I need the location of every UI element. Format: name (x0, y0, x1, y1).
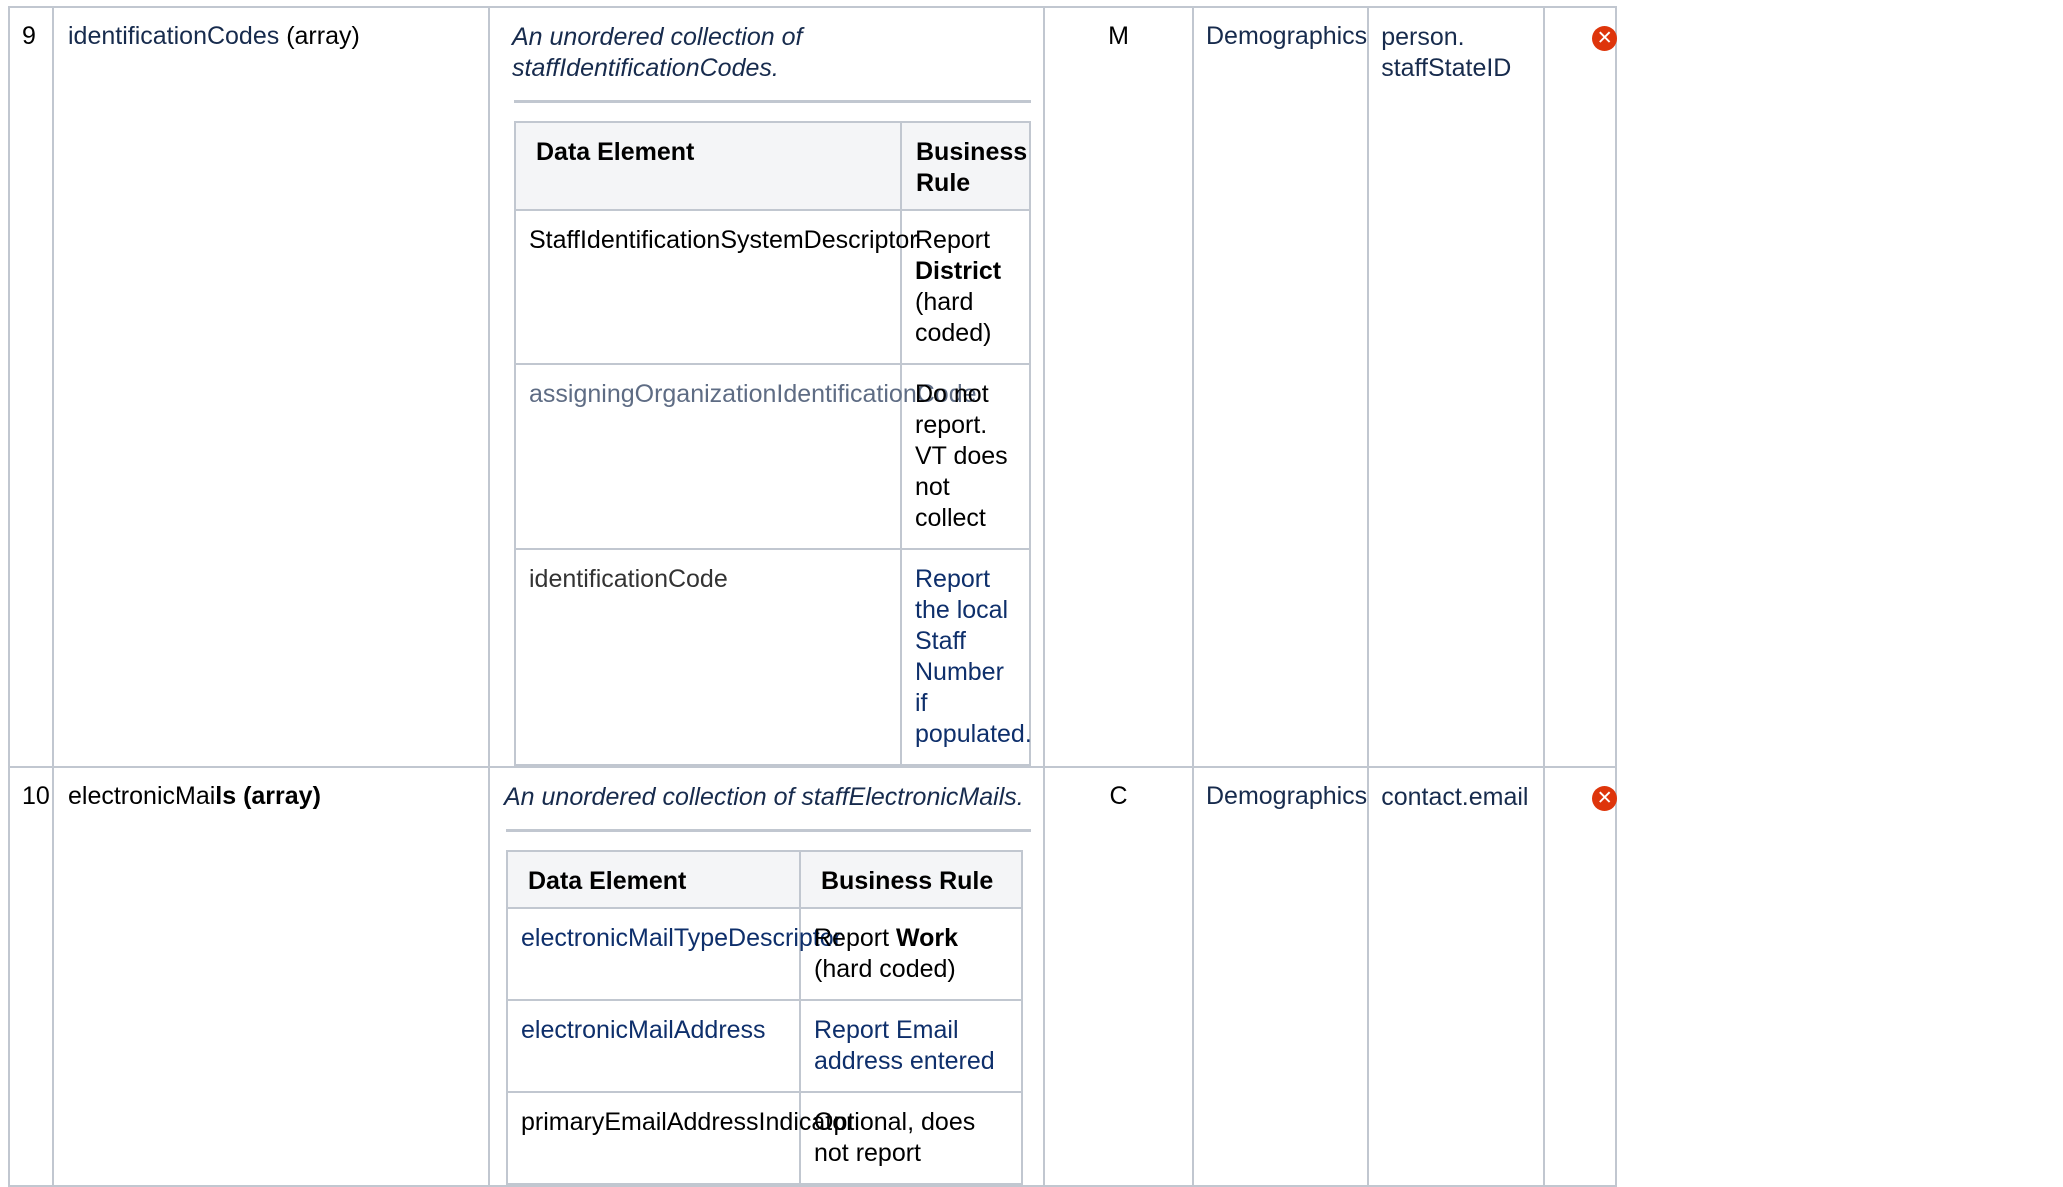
table-row: 9 identificationCodes (array) An unorder… (8, 6, 1618, 768)
business-rule-text: Optional, does not report (799, 1091, 1023, 1185)
element-name-cell: identificationCodes (array) (52, 6, 490, 768)
sub-element-name: identificationCode (514, 548, 902, 766)
requirement-code: C (1043, 766, 1194, 1187)
business-rule-text: Report Email address entered (799, 999, 1023, 1093)
sub-element-link[interactable]: electronicMailAddress (506, 999, 801, 1093)
description-cell: An unordered collection of staffElectron… (488, 766, 1045, 1187)
mapping-link[interactable]: contact.email (1367, 766, 1546, 1187)
sub-element-link[interactable]: electronicMailTypeDescriptor (506, 907, 842, 1001)
sub-table-row: primaryEmailAddressIndicator Optional, d… (506, 1091, 1023, 1185)
business-rule-text: Report the local Staff Number if populat… (900, 548, 1032, 766)
sub-element-name: primaryEmailAddressIndicator (506, 1091, 854, 1185)
business-rule-text: Report Work (hard coded) (799, 907, 1023, 1001)
error-x-icon: ✕ (1592, 786, 1618, 811)
header-business-rule: Business Rule (799, 850, 1023, 909)
sub-table-header-row: Data Element Business Rule (506, 850, 1023, 909)
table-row: 10 electronicMails (array) An unordered … (8, 766, 1618, 1187)
status-cell: ✕ (1543, 6, 1618, 768)
sub-table-row: electronicMailAddress Report Email addre… (506, 999, 1023, 1093)
data-dictionary-table: 9 identificationCodes (array) An unorder… (8, 6, 1618, 1187)
sub-element-table: Data Element Business Rule StaffIdentific… (514, 121, 1032, 766)
description-text: An unordered collection of staffElectron… (504, 783, 1024, 811)
sub-table-row: StaffIdentificationSystemDescriptor Repo… (514, 209, 1031, 365)
sub-table-header-row: Data Element Business Rule (514, 121, 1031, 211)
business-rule-text: Do not report. VT does not collect (900, 363, 1031, 550)
sub-table-row: assigningOrganizationIdentificationCode … (514, 363, 1031, 550)
requirement-code: M (1043, 6, 1194, 768)
row-number: 9 (8, 6, 54, 768)
header-data-element: Data Element (506, 850, 801, 909)
element-name-link[interactable]: identificationCodes (68, 22, 279, 50)
description-cell: An unordered collection of staffIdentifi… (488, 6, 1045, 768)
status-cell: ✕ (1543, 766, 1618, 1187)
divider (514, 100, 1031, 103)
header-data-element: Data Element (514, 121, 902, 211)
sub-table-row: identificationCode Report the local Staf… (514, 548, 1032, 766)
description-text: An unordered collection of staffIdentifi… (512, 23, 803, 82)
sub-element-table: Data Element Business Rule electronicMai… (506, 850, 1023, 1185)
element-name-text: electronicMai (68, 782, 216, 810)
mapping-link[interactable]: person. staffStateID (1367, 6, 1546, 768)
business-rule-text: Report District (hard coded) (900, 209, 1031, 365)
category-link[interactable]: Demographics (1191, 6, 1370, 768)
header-business-rule: Business Rule (900, 121, 1031, 211)
sub-element-name: assigningOrganizationIdentificationCode (514, 363, 977, 550)
category-link[interactable]: Demographics (1191, 766, 1370, 1187)
error-x-icon: ✕ (1592, 26, 1618, 51)
sub-table-row: electronicMailTypeDescriptor Report Work… (506, 907, 1023, 1001)
sub-element-name: StaffIdentificationSystemDescriptor (514, 209, 918, 365)
element-name-cell: electronicMails (array) (52, 766, 490, 1187)
row-number: 10 (8, 766, 54, 1187)
divider (506, 829, 1031, 832)
element-name-bold: ls (array) (215, 782, 321, 810)
element-type: (array) (279, 22, 360, 50)
